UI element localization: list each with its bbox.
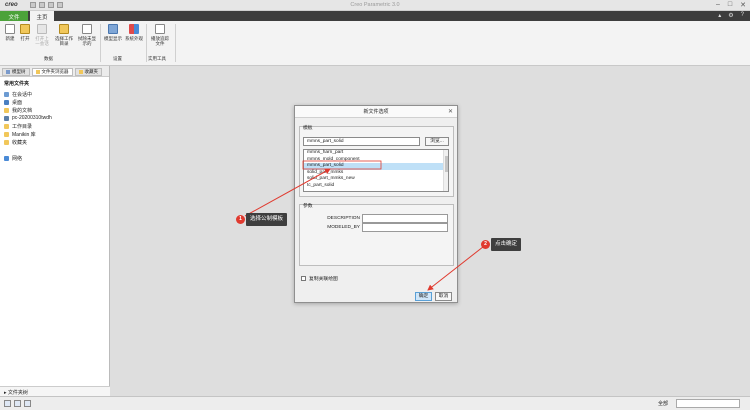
param-row-modeled-by: MODELED_BY <box>308 223 448 232</box>
folder-icon <box>4 123 9 129</box>
step-1-badge: 1 <box>236 215 245 224</box>
copy-drawings-checkbox[interactable]: 复制关联绘图 <box>301 275 338 282</box>
folder-tree-toggle[interactable]: ▸ 文件夹树 <box>0 386 110 396</box>
filter-label: 全部 <box>657 401 668 407</box>
param-value-input[interactable] <box>362 223 448 232</box>
play-trail-icon <box>155 24 165 34</box>
navigator-panel: 模型树 文件夹浏览器 收藏夹 常用文件夹 在会话中 桌面 我的文档 pc-202… <box>0 66 110 396</box>
template-list[interactable]: mmns_harn_part mmns_mold_component mmns_… <box>303 149 449 192</box>
template-group-label: 模板 <box>303 126 313 131</box>
folder-icon <box>4 139 9 145</box>
ribbon-separator <box>175 24 176 62</box>
tab-favorites[interactable]: 收藏夹 <box>74 68 102 76</box>
model-tree-icon <box>6 70 10 74</box>
model-display-icon <box>108 24 118 34</box>
browse-button[interactable]: 浏览... <box>425 137 449 146</box>
list-scrollbar[interactable] <box>443 150 448 191</box>
group-label-data: 数据 <box>44 56 53 61</box>
erase-not-displayed-button[interactable]: 拭除未显示的 <box>77 24 97 46</box>
title-bar: creo Creo Parametric 3.0 – □ ✕ <box>0 0 750 11</box>
close-icon[interactable]: ✕ <box>740 1 746 9</box>
nav-item-desktop[interactable]: 桌面 <box>0 98 109 106</box>
dialog-title: 新文件选项 <box>363 109 389 115</box>
new-button[interactable]: 新建 <box>3 24 17 41</box>
param-name: DESCRIPTION <box>327 216 360 221</box>
step-2-callout: 点击确定 <box>491 238 522 251</box>
help-icon[interactable]: ? <box>741 12 744 19</box>
window-controls: – □ ✕ <box>716 1 746 9</box>
system-appearance-icon <box>129 24 139 34</box>
group-label-utilities[interactable]: 实用工具 <box>148 56 166 62</box>
param-row-description: DESCRIPTION <box>308 214 448 223</box>
dialog-close-icon[interactable]: ✕ <box>448 106 453 118</box>
favorites-icon <box>78 70 83 74</box>
list-item[interactable]: tc_part_solid <box>304 183 448 190</box>
dialog-title-bar: 新文件选项 ✕ <box>295 106 457 118</box>
collapse-ribbon-icon[interactable]: ▴ <box>718 12 721 19</box>
tab-model-tree[interactable]: 模型树 <box>2 68 30 76</box>
nav-item-favorites[interactable]: 收藏夹 <box>0 138 109 146</box>
fullscreen-icon[interactable] <box>24 400 31 407</box>
tab-folder-browser[interactable]: 文件夹浏览器 <box>31 68 73 76</box>
browser-toggle-icon[interactable] <box>14 400 21 407</box>
ribbon-tab-bar: 文件 主页 ▴ ⚙ ? <box>0 11 750 21</box>
computer-icon <box>4 115 9 121</box>
ribbon-right-icons: ▴ ⚙ ? <box>718 12 744 19</box>
param-value-input[interactable] <box>362 214 448 223</box>
working-dir-icon <box>59 24 69 34</box>
template-name-input[interactable]: mmns_part_solid <box>303 137 420 146</box>
navigator-tabs: 模型树 文件夹浏览器 收藏夹 <box>0 66 109 77</box>
ribbon-separator <box>146 24 147 62</box>
list-item[interactable]: mmns_harn_part <box>304 150 448 157</box>
group-label-settings[interactable]: 设置 <box>113 56 122 62</box>
nav-item-in-session[interactable]: 在会话中 <box>0 90 109 98</box>
open-last-session-button[interactable]: 打开上一会话 <box>34 24 50 46</box>
tab-file[interactable]: 文件 <box>0 11 28 21</box>
param-name: MODELED_BY <box>327 225 360 230</box>
tab-home[interactable]: 主页 <box>30 11 54 21</box>
system-appearance-button[interactable]: 系统外观 <box>124 24 144 41</box>
erase-icon <box>82 24 92 34</box>
select-working-dir-button[interactable]: 选择工作目录 <box>54 24 74 46</box>
scrollbar-thumb[interactable] <box>445 156 448 172</box>
nav-item-computer[interactable]: pc-20200310twdh <box>0 114 109 122</box>
desktop-icon <box>4 99 9 105</box>
ribbon: 新建 打开 打开上一会话 选择工作目录 拭除未显示的 数据 模型显示 系统外观 … <box>0 21 750 66</box>
new-file-icon <box>5 24 15 34</box>
common-folders-title: 常用文件夹 <box>4 81 30 87</box>
minimize-icon[interactable]: – <box>716 1 720 9</box>
open-folder-icon <box>20 24 30 34</box>
network-icon <box>4 155 9 161</box>
open-button[interactable]: 打开 <box>18 24 32 41</box>
manikin-icon <box>4 131 9 137</box>
nav-item-working-dir[interactable]: 工作目录 <box>0 122 109 130</box>
ribbon-separator <box>100 24 101 62</box>
status-bar: 全部 <box>0 396 750 410</box>
list-item-selected[interactable]: mmns_part_solid <box>304 163 448 170</box>
nav-item-manikin-library[interactable]: Manikin 库 <box>0 130 109 138</box>
step-1-callout: 选择公制模板 <box>246 213 288 226</box>
navigator-toggle-icon[interactable] <box>4 400 11 407</box>
new-file-options-dialog: 新文件选项 ✕ 模板 mmns_part_solid 浏览... mmns_ha… <box>294 105 458 303</box>
maximize-icon[interactable]: □ <box>728 1 732 9</box>
play-trail-file-button[interactable]: 播放追踪文件 <box>149 24 171 46</box>
list-item[interactable]: solid_part_mmks_new <box>304 176 448 183</box>
selection-filter-dropdown[interactable] <box>676 399 740 408</box>
settings-icon[interactable]: ⚙ <box>728 12 733 19</box>
open-last-session-icon <box>37 24 47 34</box>
session-icon <box>4 91 9 97</box>
folder-browser-icon <box>35 70 40 74</box>
model-display-button[interactable]: 模型显示 <box>103 24 123 41</box>
window-title: Creo Parametric 3.0 <box>350 2 400 8</box>
step-2-badge: 2 <box>481 240 490 249</box>
cancel-button[interactable]: 取消 <box>435 292 452 301</box>
ok-button[interactable]: 确定 <box>415 292 432 301</box>
checkbox-box[interactable] <box>301 276 306 281</box>
parameters-group-label: 参数 <box>303 204 313 209</box>
documents-icon <box>4 107 9 113</box>
nav-item-my-documents[interactable]: 我的文档 <box>0 106 109 114</box>
nav-item-network[interactable]: 网络 <box>0 154 109 162</box>
